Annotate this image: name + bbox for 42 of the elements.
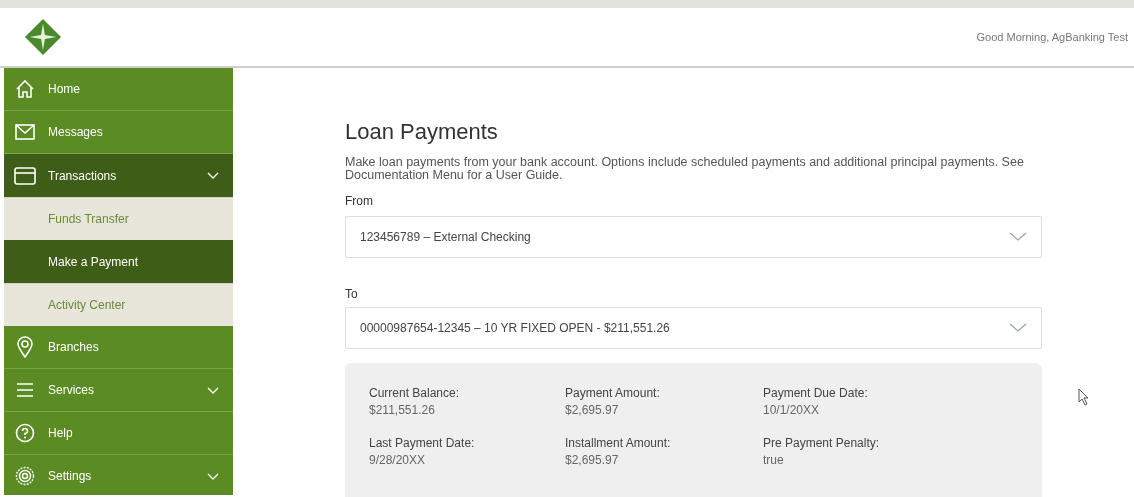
- chevron-down-icon: [207, 386, 219, 394]
- menu-icon: [16, 383, 34, 397]
- detail-label: Installment Amount:: [565, 435, 672, 452]
- description-text: Make loan payments from your bank account. Options include scheduled payments and additional principal payments. See Documentation Menu for a User Guide.: [345, 156, 1025, 182]
- page-title: Loan Payments: [345, 118, 499, 146]
- from-dropdown[interactable]: 123456789 – External Checking: [345, 216, 1042, 258]
- greeting-text: Good Morning, AgBanking Test: [976, 29, 1128, 45]
- submenu-item[interactable]: Make a Payment: [4, 240, 233, 283]
- detail-label: Pre Payment Penalty:: [763, 435, 881, 452]
- sidebar-item[interactable]: Transactions: [4, 154, 233, 197]
- field-label: From: [345, 193, 374, 210]
- detail-value: 9/28/20XX: [369, 452, 427, 469]
- to-dropdown[interactable]: 00000987654-12345 – 10 YR FIXED OPEN - $211,551.26: [345, 307, 1042, 349]
- card-icon: [14, 166, 36, 185]
- detail-value: $2,695.97: [565, 402, 620, 419]
- detail-value: $211,551.26: [369, 402, 436, 419]
- logo-icon: [24, 18, 62, 56]
- submenu-item[interactable]: Funds Transfer: [4, 197, 233, 240]
- sidebar-item[interactable]: Branches: [4, 326, 233, 369]
- chevron-down-icon: [207, 172, 219, 179]
- detail-label: Current Balance:: [369, 385, 461, 402]
- submenu-item[interactable]: Activity Center: [4, 283, 233, 326]
- settings-icon: [15, 466, 35, 486]
- detail-value: 10/1/20XX: [763, 402, 821, 419]
- location-pin-icon: [16, 336, 34, 358]
- sidebar-item[interactable]: Help: [4, 412, 233, 455]
- detail-label: Payment Due Date:: [763, 385, 869, 402]
- chevron-down-icon: [1009, 323, 1027, 333]
- chevron-down-icon: [207, 472, 219, 480]
- field-label: To: [345, 286, 359, 303]
- home-icon: [15, 79, 35, 99]
- detail-value: true: [763, 452, 785, 469]
- detail-label: Payment Amount:: [565, 385, 661, 402]
- mouse-cursor-icon: [1078, 388, 1090, 406]
- detail-value: $2,695.97: [565, 452, 620, 469]
- chevron-down-icon: [1009, 232, 1027, 242]
- sidebar-item[interactable]: Settings: [4, 455, 233, 497]
- sidebar-item[interactable]: Home: [4, 68, 233, 111]
- envelope-icon: [15, 124, 35, 140]
- sidebar-item[interactable]: Services: [4, 369, 233, 412]
- help-icon: [15, 423, 35, 443]
- detail-label: Last Payment Date:: [369, 435, 476, 452]
